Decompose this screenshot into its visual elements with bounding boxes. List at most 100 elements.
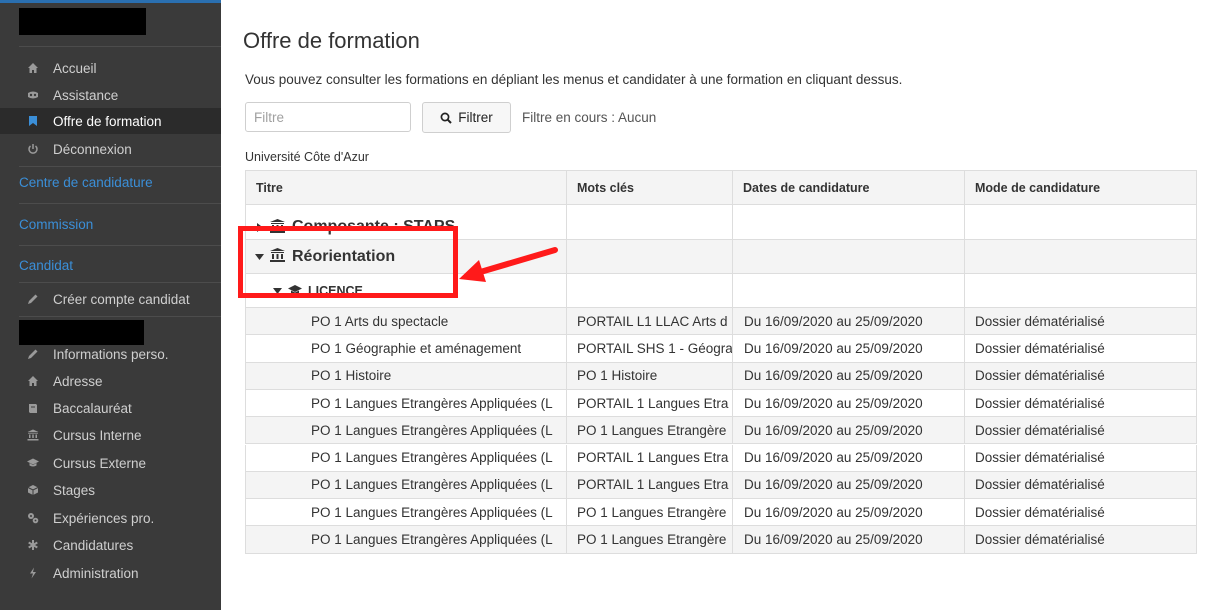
filter-status: Filtre en cours : Aucun (522, 110, 657, 125)
col-header-dates: Dates de candidature (733, 170, 965, 205)
redacted-username (19, 8, 146, 35)
sidebar-item-label: Accueil (53, 60, 97, 76)
sidebar-item-stages[interactable]: Stages (0, 477, 221, 503)
table-row[interactable]: PO 1 Langues Etrangères Appliquées (L POR… (245, 389, 1197, 418)
cell-dates: Du 16/09/2020 au 25/09/2020 (733, 444, 965, 472)
cell-dates: Du 16/09/2020 au 25/09/2020 (733, 471, 965, 500)
cell-titre: PO 1 Arts du spectacle (245, 308, 567, 336)
sidebar-item-label: Administration (53, 565, 139, 581)
cell-mode: Dossier dématérialisé (965, 526, 1197, 554)
cell-mots-cles: PO 1 Langues Etrangère (567, 526, 733, 554)
sidebar-item-experiences-pro[interactable]: Expériences pro. (0, 505, 221, 531)
table-row[interactable]: PO 1 Langues Etrangères Appliquées (L PO … (245, 499, 1197, 527)
col-header-mots-cles: Mots clés (567, 170, 733, 205)
sidebar-item-label: Créer compte candidat (53, 291, 190, 307)
table-row[interactable]: PO 1 Langues Etrangères Appliquées (L POR… (245, 471, 1197, 500)
sidebar-item-cursus-interne[interactable]: Cursus Interne (0, 422, 221, 448)
cell-mots-cles: PO 1 Histoire (567, 362, 733, 390)
sidebar-divider (19, 46, 221, 47)
cogs-icon (27, 512, 39, 524)
cell-mots-cles: PORTAIL 1 Langues Etra (567, 389, 733, 418)
cell-dates: Du 16/09/2020 au 25/09/2020 (733, 335, 965, 363)
cell-titre: PO 1 Langues Etrangères Appliquées (L (245, 526, 567, 554)
table-row[interactable]: PO 1 Géographie et aménagement PORTAIL SH… (245, 335, 1197, 363)
sidebar-item-label: Stages (53, 482, 96, 498)
asterisk-icon (27, 539, 39, 551)
bookmark-icon (27, 115, 39, 127)
cell-mode: Dossier dématérialisé (965, 499, 1197, 527)
cell-mode: Dossier dématérialisé (965, 308, 1197, 336)
sidebar-item-cursus-externe[interactable]: Cursus Externe (0, 450, 221, 476)
sidebar-divider (19, 245, 221, 246)
cell-dates: Du 16/09/2020 au 25/09/2020 (733, 499, 965, 527)
sidebar-divider (19, 203, 221, 204)
cell-mots-cles: PORTAIL SHS 1 - Géogra (567, 335, 733, 363)
sidebar-item-label: Cursus Interne (53, 427, 142, 443)
cell-dates: Du 16/09/2020 au 25/09/2020 (733, 362, 965, 390)
support-icon (27, 89, 39, 101)
cell-mots-cles: PO 1 Langues Etrangère (567, 499, 733, 527)
cell-mode: Dossier dématérialisé (965, 362, 1197, 390)
intro-text: Vous pouvez consulter les formations en … (245, 72, 903, 87)
col-header-titre: Titre (245, 170, 567, 205)
section-commission[interactable]: Commission (19, 217, 93, 232)
search-icon (440, 112, 452, 124)
pencil-icon (27, 293, 39, 305)
table-row[interactable]: PO 1 Langues Etrangères Appliquées (L PO … (245, 526, 1197, 554)
sidebar-item-baccalaureat[interactable]: Baccalauréat (0, 395, 221, 421)
sidebar-top-accent (0, 0, 221, 3)
bolt-icon (27, 567, 39, 579)
graduation-cap-icon (27, 457, 39, 469)
cell-mode: Dossier dématérialisé (965, 471, 1197, 500)
sidebar-item-informations-perso[interactable]: Informations perso. (0, 341, 221, 367)
cell-titre: PO 1 Langues Etrangères Appliquées (L (245, 417, 567, 445)
cell-mode: Dossier dématérialisé (965, 444, 1197, 472)
annotation-arrow (459, 247, 558, 282)
sidebar-item-label: Expériences pro. (53, 510, 155, 526)
filter-button-label: Filtrer (458, 110, 493, 125)
cell-titre: PO 1 Langues Etrangères Appliquées (L (245, 444, 567, 472)
cell-mots-cles: PORTAIL L1 LLAC Arts d (567, 308, 733, 336)
sidebar-item-offre-de-formation[interactable]: Offre de formation (0, 108, 221, 134)
sidebar-item-deconnexion[interactable]: Déconnexion (0, 136, 221, 162)
cell-dates: Du 16/09/2020 au 25/09/2020 (733, 308, 965, 336)
cube-icon (27, 484, 39, 496)
table-row[interactable]: PO 1 Langues Etrangères Appliquées (L PO … (245, 417, 1197, 445)
table-header: Titre Mots clés Dates de candidature Mod… (245, 170, 1197, 205)
cell-titre: PO 1 Histoire (245, 362, 567, 390)
sidebar-item-label: Candidatures (53, 537, 134, 553)
sidebar-item-accueil[interactable]: Accueil (0, 55, 221, 81)
table-row[interactable]: PO 1 Langues Etrangères Appliquées (L POR… (245, 444, 1197, 472)
section-centre-de-candidature[interactable]: Centre de candidature (19, 175, 153, 190)
cell-dates: Du 16/09/2020 au 25/09/2020 (733, 389, 965, 418)
sidebar-item-label: Déconnexion (53, 141, 132, 157)
sidebar-item-label: Offre de formation (53, 113, 162, 129)
main-content: Offre de formation Vous pouvez consulter… (221, 0, 1215, 610)
sidebar: Accueil Assistance Offre de formation Dé… (0, 0, 221, 610)
filter-button[interactable]: Filtrer (422, 102, 511, 133)
col-header-mode: Mode de candidature (965, 170, 1197, 205)
book-icon (27, 402, 39, 414)
sidebar-item-label: Baccalauréat (53, 400, 132, 416)
sidebar-item-assistance[interactable]: Assistance (0, 82, 221, 108)
cell-titre: PO 1 Langues Etrangères Appliquées (L (245, 389, 567, 418)
table-row[interactable]: PO 1 Histoire PO 1 Histoire Du 16/09/2020 … (245, 362, 1197, 390)
cell-mode: Dossier dématérialisé (965, 389, 1197, 418)
sidebar-item-creer-compte[interactable]: Créer compte candidat (0, 286, 221, 312)
section-candidat[interactable]: Candidat (19, 258, 73, 273)
sidebar-item-label: Adresse (53, 373, 103, 389)
cell-titre: PO 1 Géographie et aménagement (245, 335, 567, 363)
highlight-box (238, 226, 458, 298)
cell-mots-cles: PORTAIL 1 Langues Etra (567, 471, 733, 500)
filter-input[interactable] (245, 102, 411, 132)
table-row[interactable]: PO 1 Arts du spectacle PORTAIL L1 LLAC Ar… (245, 308, 1197, 336)
home-icon (27, 375, 39, 387)
cell-mode: Dossier dématérialisé (965, 335, 1197, 363)
sidebar-item-candidatures[interactable]: Candidatures (0, 532, 221, 558)
sidebar-item-administration[interactable]: Administration (0, 560, 221, 586)
sidebar-item-label: Assistance (53, 87, 119, 103)
sidebar-item-label: Informations perso. (53, 346, 169, 362)
institution-icon (27, 429, 39, 441)
pencil-icon (27, 348, 39, 360)
sidebar-item-adresse[interactable]: Adresse (0, 368, 221, 394)
